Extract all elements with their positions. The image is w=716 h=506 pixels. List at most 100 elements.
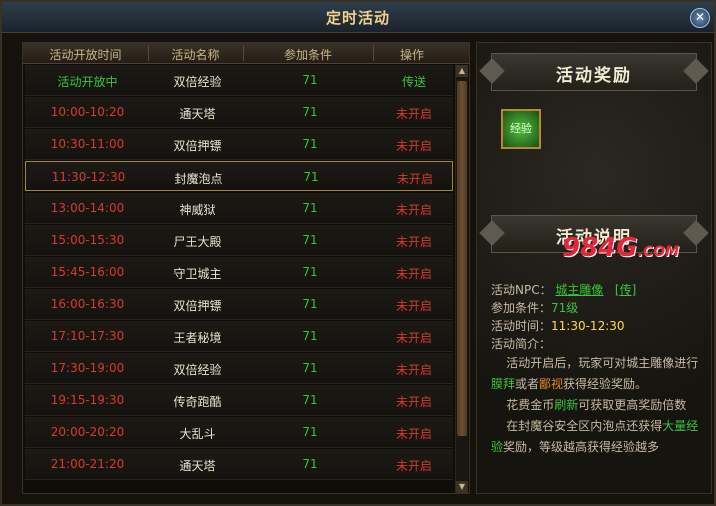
level-line: 参加条件：71级 bbox=[491, 299, 578, 316]
table-row[interactable]: 10:30-11:00 双倍押镖 71 未开启 bbox=[25, 129, 453, 160]
row-time: 16:00-16:30 bbox=[50, 297, 125, 311]
row-level: 71 bbox=[302, 265, 318, 279]
row-level: 71 bbox=[302, 329, 318, 343]
watermark-main: 984G bbox=[562, 233, 638, 263]
row-activity-name: 双倍经验 bbox=[173, 363, 222, 377]
para1-despise: 鄙视 bbox=[539, 377, 564, 391]
time-label: 活动时间： bbox=[491, 319, 552, 333]
row-status: 未开启 bbox=[395, 299, 432, 313]
npc-link[interactable]: 城主雕像 bbox=[555, 283, 603, 297]
table-row[interactable]: 10:00-10:20 通天塔 71 未开启 bbox=[25, 97, 453, 128]
row-status: 未开启 bbox=[396, 172, 433, 186]
teleport-button[interactable]: 传送 bbox=[375, 73, 453, 90]
row-activity-name: 双倍押镖 bbox=[173, 299, 222, 313]
table-row[interactable]: 15:45-16:00 守卫城主 71 未开启 bbox=[25, 257, 453, 288]
row-activity-name: 神威狱 bbox=[179, 203, 216, 217]
scroll-up-button[interactable]: ▲ bbox=[456, 65, 468, 77]
npc-line: 活动NPC： 城主雕像 [传] bbox=[491, 281, 636, 298]
time-value: 11:30-12:30 bbox=[551, 319, 625, 333]
row-time: 19:15-19:30 bbox=[50, 393, 125, 407]
row-activity-name: 封魔泡点 bbox=[174, 172, 223, 186]
para3-end: 奖励，等级越高获得经验越多 bbox=[503, 440, 660, 454]
row-status: 未开启 bbox=[395, 235, 432, 249]
row-activity-name: 通天塔 bbox=[179, 459, 216, 473]
row-time: 17:10-17:30 bbox=[50, 329, 125, 343]
table-row[interactable]: 17:30-19:00 双倍经验 71 未开启 bbox=[25, 353, 453, 384]
row-status: 未开启 bbox=[395, 395, 432, 409]
scroll-down-button[interactable]: ▼ bbox=[456, 481, 468, 493]
table-header: 活动开放时间 活动名称 参加条件 操作 bbox=[23, 43, 469, 64]
table-row[interactable]: 11:30-12:30 封魔泡点 71 未开启 bbox=[25, 161, 453, 191]
row-status: 未开启 bbox=[395, 203, 432, 217]
para1-text: 活动开启后，玩家可对城主雕像进行 bbox=[506, 356, 699, 370]
intro-paragraph-1: 活动开启后，玩家可对城主雕像进行膜拜或者鄙视获得经验奖励。 bbox=[491, 353, 701, 395]
detail-panel: 活动奖励 经验 活动说明 984G.COM 活动NPC： 城主雕像 [传] 参加… bbox=[476, 42, 712, 494]
para1-or: 或者 bbox=[515, 377, 540, 391]
header-name: 活动名称 bbox=[171, 48, 220, 62]
exp-reward-item-icon[interactable]: 经验 bbox=[501, 109, 541, 149]
scrollbar[interactable]: ▲ ▼ bbox=[455, 65, 468, 493]
header-action: 操作 bbox=[399, 48, 424, 62]
rewards-banner: 活动奖励 bbox=[491, 53, 697, 91]
row-time: 20:00-20:20 bbox=[50, 425, 125, 439]
teleport-link[interactable]: [传] bbox=[615, 283, 636, 297]
row-activity-name: 大乱斗 bbox=[179, 427, 216, 441]
row-level: 71 bbox=[303, 170, 319, 184]
time-line: 活动时间：11:30-12:30 bbox=[491, 317, 625, 334]
title-bar[interactable]: 定时活动 ✕ bbox=[2, 2, 714, 33]
row-time: 11:30-12:30 bbox=[51, 170, 126, 184]
row-level: 71 bbox=[302, 137, 318, 151]
table-row[interactable]: 活动开放中 双倍经验 71 传送 bbox=[25, 65, 453, 96]
row-status: 未开启 bbox=[395, 427, 432, 441]
para1-end: 获得经验奖励。 bbox=[563, 377, 648, 391]
intro-paragraph-2: 花费金币刷新可获取更高奖励倍数 bbox=[491, 395, 701, 416]
table-row[interactable]: 13:00-14:00 神威狱 71 未开启 bbox=[25, 193, 453, 224]
intro-label: 活动简介： bbox=[491, 337, 552, 351]
row-level: 71 bbox=[302, 201, 318, 215]
table-row[interactable]: 17:10-17:30 王者秘境 71 未开启 bbox=[25, 321, 453, 352]
level-value: 71级 bbox=[551, 301, 579, 315]
row-time: 10:00-10:20 bbox=[50, 105, 125, 119]
row-level: 71 bbox=[302, 361, 318, 375]
row-activity-name: 王者秘境 bbox=[173, 331, 222, 345]
row-level: 71 bbox=[302, 457, 318, 471]
row-time: 17:30-19:00 bbox=[50, 361, 125, 375]
row-time: 15:00-15:30 bbox=[50, 233, 125, 247]
table-row[interactable]: 21:00-21:20 通天塔 71 未开启 bbox=[25, 449, 453, 480]
table-row[interactable]: 19:15-19:30 传奇跑酷 71 未开启 bbox=[25, 385, 453, 416]
para2-end: 可获取更高奖励倍数 bbox=[578, 398, 687, 412]
row-activity-name: 守卫城主 bbox=[173, 267, 222, 281]
table-row[interactable]: 20:00-20:20 大乱斗 71 未开启 bbox=[25, 417, 453, 448]
row-time: 15:45-16:00 bbox=[50, 265, 125, 279]
intro-paragraph-3: 在封魔谷安全区内泡点还获得大量经验奖励，等级越高获得经验越多 bbox=[491, 416, 701, 458]
header-time: 活动开放时间 bbox=[49, 48, 122, 62]
row-activity-name: 传奇跑酷 bbox=[173, 395, 222, 409]
row-status: 未开启 bbox=[395, 267, 432, 281]
row-level: 71 bbox=[302, 105, 318, 119]
scroll-thumb[interactable] bbox=[457, 81, 467, 436]
row-level: 71 bbox=[302, 73, 318, 87]
row-activity-name: 双倍押镖 bbox=[173, 139, 222, 153]
activity-table: 活动开放时间 活动名称 参加条件 操作 活动开放中 双倍经验 71 传送 10:00-1… bbox=[22, 42, 470, 494]
window-title: 定时活动 bbox=[325, 9, 390, 27]
row-time: 21:00-21:20 bbox=[50, 457, 125, 471]
table-body: 活动开放中 双倍经验 71 传送 10:00-10:20 通天塔 71 未开启 10:30-11… bbox=[25, 65, 453, 493]
close-button[interactable]: ✕ bbox=[690, 8, 710, 28]
para2-text: 花费金币 bbox=[506, 398, 555, 412]
table-row[interactable]: 16:00-16:30 双倍押镖 71 未开启 bbox=[25, 289, 453, 320]
header-condition: 参加条件 bbox=[283, 48, 332, 62]
level-label: 参加条件： bbox=[491, 301, 552, 315]
row-status: 未开启 bbox=[395, 139, 432, 153]
row-time: 13:00-14:00 bbox=[50, 201, 125, 215]
table-row[interactable]: 15:00-15:30 尸王大殿 71 未开启 bbox=[25, 225, 453, 256]
npc-label: 活动NPC： bbox=[491, 283, 552, 297]
para3-text: 在封魔谷安全区内泡点还获得 bbox=[506, 419, 663, 433]
para1-worship: 膜拜 bbox=[491, 377, 516, 391]
watermark-suffix: .COM bbox=[637, 244, 680, 260]
row-status: 未开启 bbox=[395, 363, 432, 377]
row-time: 10:30-11:00 bbox=[50, 137, 125, 151]
activity-window: 定时活动 ✕ 活动开放时间 活动名称 参加条件 操作 活动开放中 双倍经验 71 传送… bbox=[0, 0, 716, 506]
row-level: 71 bbox=[302, 297, 318, 311]
row-activity-name: 通天塔 bbox=[179, 107, 216, 121]
row-level: 71 bbox=[302, 233, 318, 247]
